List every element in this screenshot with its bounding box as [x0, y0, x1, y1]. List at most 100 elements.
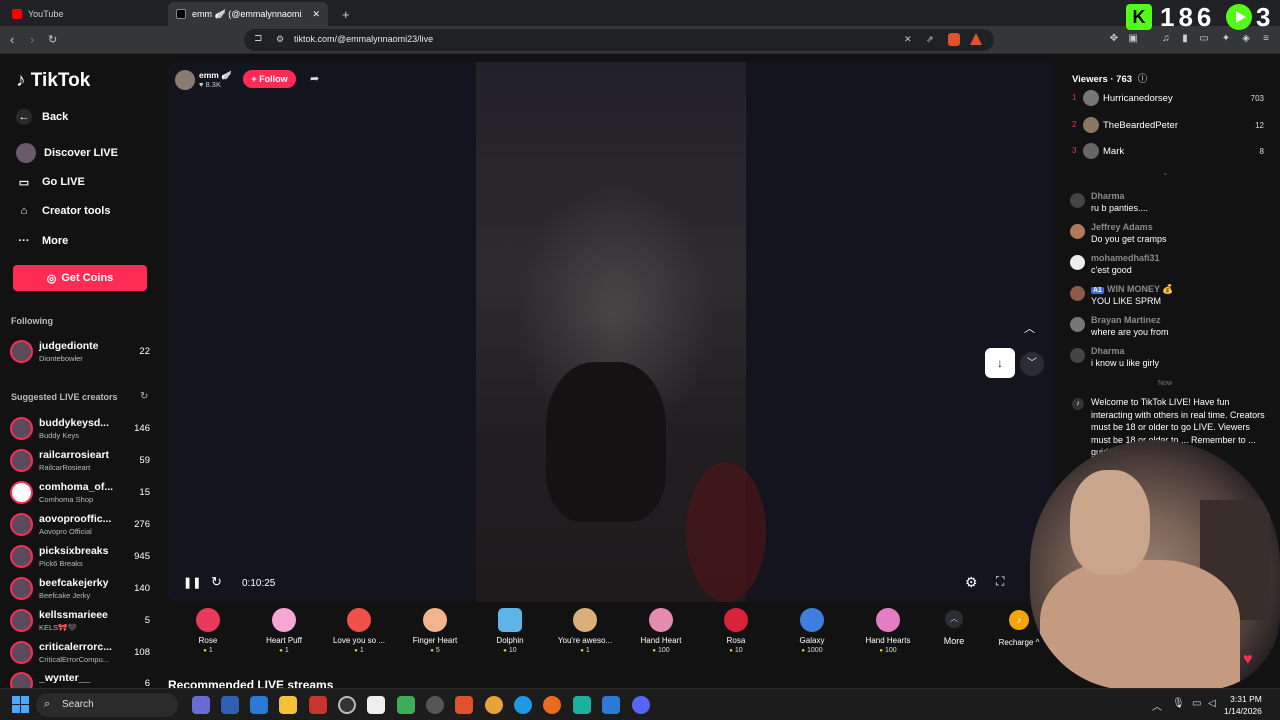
- nav-more[interactable]: ··· More: [16, 231, 69, 251]
- app-icon[interactable]: [338, 696, 356, 714]
- app-icon[interactable]: [250, 696, 268, 714]
- avatar[interactable]: [1070, 286, 1085, 301]
- gift-item[interactable]: Heart Puff 1: [246, 608, 322, 654]
- top-viewer[interactable]: 1 Hurricanedorsey 703: [1072, 89, 1264, 109]
- avatar[interactable]: [1070, 317, 1085, 332]
- mute-icon[interactable]: ✕: [904, 34, 912, 45]
- suggested-creator[interactable]: beefcakejerky Beefcake Jerky 140: [10, 575, 150, 603]
- capcut-icon[interactable]: [367, 696, 385, 714]
- avatar: [10, 449, 33, 472]
- app-icon[interactable]: [573, 696, 591, 714]
- gift-item[interactable]: Galaxy 1000: [774, 608, 850, 654]
- edge-icon[interactable]: [514, 696, 532, 714]
- taskbar-search[interactable]: ⌕ Search: [36, 693, 178, 717]
- media-icon[interactable]: ▣: [1127, 33, 1139, 45]
- reload-icon[interactable]: ↻: [48, 33, 57, 46]
- tray-expand-icon[interactable]: ︿: [1152, 698, 1162, 713]
- tiktok-logo[interactable]: ♪ TikTok: [16, 70, 90, 92]
- taskbar-clock[interactable]: 3:31 PM 1/14/2026: [1224, 693, 1262, 717]
- new-tab-button[interactable]: +: [334, 2, 354, 26]
- follow-button[interactable]: + Follow: [243, 70, 296, 88]
- music-icon[interactable]: ♫: [1160, 33, 1172, 45]
- download-icon[interactable]: ↓: [985, 348, 1015, 378]
- chat-username[interactable]: A1 WIN MONEY 💰: [1091, 284, 1174, 295]
- fullscreen-icon[interactable]: ⛶: [996, 574, 1004, 589]
- site-info-icon[interactable]: ⚙: [276, 34, 284, 45]
- refresh-icon[interactable]: ↻: [140, 391, 148, 402]
- top-viewer[interactable]: 3 Mark 8: [1072, 142, 1264, 162]
- gift-item[interactable]: Hand Hearts 100: [850, 608, 926, 654]
- gift-item[interactable]: Love you so ... 1: [321, 608, 397, 654]
- sidebar-toggle-icon[interactable]: ▮: [1179, 33, 1191, 45]
- suggested-creator[interactable]: buddykeysd... Buddy Keys 146: [10, 415, 150, 443]
- chevron-down-icon[interactable]: ﹀: [1020, 352, 1044, 376]
- brave-rewards-icon[interactable]: [970, 33, 982, 45]
- get-coins-button[interactable]: ◎ Get Coins: [13, 265, 147, 291]
- following-creator[interactable]: judgedionte Diontebowler 22: [10, 338, 150, 366]
- leo-ai-icon[interactable]: ✦: [1220, 33, 1232, 45]
- windows-start-icon[interactable]: [12, 696, 30, 714]
- share-icon[interactable]: ➦: [310, 72, 319, 85]
- volume-icon[interactable]: ◁: [1208, 698, 1216, 709]
- gift-item[interactable]: Rose 1: [170, 608, 246, 654]
- settings-icon[interactable]: ⚙: [965, 574, 978, 591]
- tab-youtube[interactable]: YouTube: [4, 2, 164, 26]
- wallet-icon[interactable]: ▭: [1198, 33, 1210, 45]
- vpn-icon[interactable]: ◈: [1240, 33, 1252, 45]
- bookmark-icon[interactable]: ⊐: [254, 33, 262, 44]
- suggested-creator[interactable]: kellssmarieee KELS🎀🖤 5: [10, 607, 150, 635]
- share-icon[interactable]: ⇗: [926, 34, 934, 45]
- close-tab-icon[interactable]: ✕: [312, 9, 320, 20]
- suggested-creator[interactable]: _wynter__ 6: [10, 670, 150, 688]
- nav-discover-live[interactable]: Discover LIVE: [16, 143, 118, 163]
- heart-icon[interactable]: ♥: [1243, 651, 1263, 671]
- url-bar[interactable]: ⊐ ⚙ tiktok.com/@emmalynnaomi23/live ✕ ⇗: [244, 29, 994, 51]
- chrome-icon[interactable]: [485, 696, 503, 714]
- avatar[interactable]: [1070, 348, 1085, 363]
- avatar[interactable]: [1070, 255, 1085, 270]
- chevron-up-icon[interactable]: ︿: [1024, 320, 1035, 336]
- suggested-creator[interactable]: railcarrosieart RailcarRosieart 59: [10, 447, 150, 475]
- suggested-creator[interactable]: aovoprooffic... Aovopro Official 276: [10, 511, 150, 539]
- network-icon[interactable]: ▭: [1192, 698, 1201, 709]
- nav-back[interactable]: ← Back: [16, 107, 68, 127]
- forward-icon[interactable]: ›: [30, 32, 34, 47]
- back-icon[interactable]: ‹: [10, 32, 14, 47]
- app-icon[interactable]: [397, 696, 415, 714]
- pause-icon[interactable]: ❚❚: [183, 576, 201, 589]
- host-avatar[interactable]: [175, 70, 195, 90]
- gift-item[interactable]: Dolphin 10: [472, 608, 548, 654]
- top-viewer[interactable]: 2 TheBeardedPeter 12: [1072, 116, 1264, 136]
- info-icon[interactable]: ⓘ: [1138, 74, 1148, 85]
- app-icon[interactable]: [309, 696, 327, 714]
- app-icon[interactable]: [426, 696, 444, 714]
- brave-shield-icon[interactable]: [948, 33, 960, 46]
- microphone-icon[interactable]: 🎙: [1172, 698, 1185, 709]
- file-explorer-icon[interactable]: [279, 696, 297, 714]
- nav-go-live[interactable]: ▭ Go LIVE: [16, 172, 85, 192]
- refresh-stream-icon[interactable]: ↻: [211, 574, 222, 590]
- extensions-icon[interactable]: ✥: [1108, 33, 1120, 45]
- suggested-creator[interactable]: criticalerrorc... CriticalErrorCompu... …: [10, 639, 150, 667]
- firefox-icon[interactable]: [543, 696, 561, 714]
- gift-item[interactable]: Hand Heart 100: [623, 608, 699, 654]
- live-video-player[interactable]: emm 🪽 ♥ 8.3K + Follow ➦ ︿ ↓ ﹀ ❚❚ ↻ 0:10:…: [168, 62, 1054, 602]
- discord-icon[interactable]: [632, 696, 650, 714]
- brave-icon[interactable]: [455, 696, 473, 714]
- avatar[interactable]: [1070, 224, 1085, 239]
- suggested-creator[interactable]: picksixbreaks Pick6 Breaks 945: [10, 543, 150, 571]
- play-icon: [1226, 4, 1252, 30]
- teams-icon[interactable]: [192, 696, 210, 714]
- app-icon[interactable]: [221, 696, 239, 714]
- nav-creator-tools[interactable]: ⌂ Creator tools: [16, 201, 111, 221]
- avatar[interactable]: [1070, 193, 1085, 208]
- menu-icon[interactable]: ≡: [1260, 33, 1272, 45]
- expand-viewers-icon[interactable]: ⌄: [1162, 168, 1169, 177]
- gift-item[interactable]: You're aweso... 1: [547, 608, 623, 654]
- suggested-creator[interactable]: comhoma_of... Comhoma Shop 15: [10, 479, 150, 507]
- gift-item[interactable]: Rosa 10: [698, 608, 774, 654]
- tab-tiktok[interactable]: emm 🪽 (@emmalynnaomi23) ✕: [168, 2, 328, 26]
- more-gifts-button[interactable]: ︿ More: [939, 610, 969, 646]
- gift-item[interactable]: Finger Heart 5: [397, 608, 473, 654]
- vscode-icon[interactable]: [602, 696, 620, 714]
